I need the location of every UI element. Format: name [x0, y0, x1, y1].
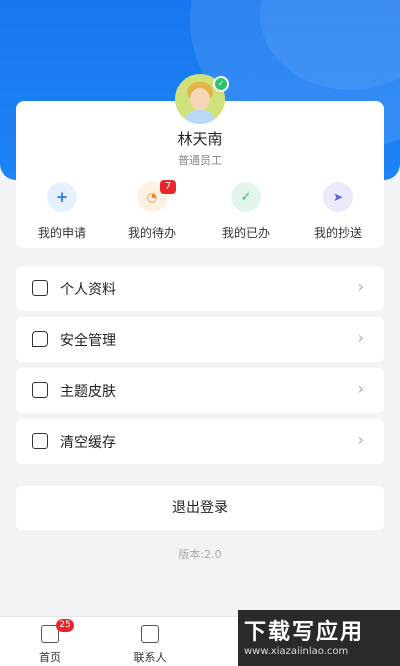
menu-item-profile[interactable]: 个人资料 ›	[16, 266, 384, 311]
profile-card-icon	[32, 280, 48, 296]
chevron-right-icon: ›	[357, 328, 364, 347]
menu-item-security[interactable]: 安全管理 ›	[16, 317, 384, 362]
quick-action-label: 我的申请	[37, 226, 86, 240]
todo-count-badge: 7	[160, 180, 176, 194]
quick-action-my-done[interactable]: ✓ 我的已办	[206, 182, 286, 241]
clear-cache-icon	[32, 433, 48, 449]
security-chat-icon	[32, 331, 48, 347]
menu-item-label: 主题皮肤	[60, 384, 116, 400]
menu-item-label: 安全管理	[60, 333, 116, 349]
tab-contacts[interactable]: 联系人	[120, 625, 180, 665]
quick-action-my-todos[interactable]: ◔ 7 我的待办	[112, 180, 192, 241]
contacts-icon	[141, 625, 159, 643]
home-badge: 25	[56, 619, 74, 632]
verified-icon: ✓	[213, 76, 229, 92]
quick-action-my-applications[interactable]: + 我的申请	[22, 182, 102, 241]
theme-icon	[32, 382, 48, 398]
check-icon: ✓	[231, 182, 261, 212]
tab-home[interactable]: 25 首页	[20, 619, 80, 665]
chevron-right-icon: ›	[357, 430, 364, 449]
user-role: 普通员工	[178, 154, 222, 167]
quick-action-label: 我的已办	[221, 226, 270, 240]
chevron-right-icon: ›	[357, 277, 364, 296]
tab-label: 首页	[39, 651, 61, 664]
menu-item-theme[interactable]: 主题皮肤 ›	[16, 368, 384, 413]
chevron-right-icon: ›	[357, 379, 364, 398]
quick-action-label: 我的抄送	[313, 226, 362, 240]
watermark-logo: 下载写应用 www.xiazaiinlao.com	[238, 610, 400, 666]
quick-action-label: 我的待办	[127, 226, 176, 240]
tab-label: 联系人	[133, 651, 167, 664]
menu-item-label: 清空缓存	[60, 435, 116, 451]
user-name: 林天南	[177, 130, 223, 148]
menu-item-label: 个人资料	[60, 282, 116, 298]
plus-icon: +	[47, 182, 77, 212]
version-text: 版本:2.0	[178, 548, 222, 561]
watermark-url: www.xiazaiinlao.com	[244, 646, 349, 657]
quick-action-my-cc[interactable]: ➤ 我的抄送	[298, 182, 378, 241]
menu-item-clear-cache[interactable]: 清空缓存 ›	[16, 419, 384, 464]
watermark-title: 下载写应用	[244, 620, 365, 645]
send-icon: ➤	[323, 182, 353, 212]
logout-button[interactable]: 退出登录	[16, 486, 384, 530]
